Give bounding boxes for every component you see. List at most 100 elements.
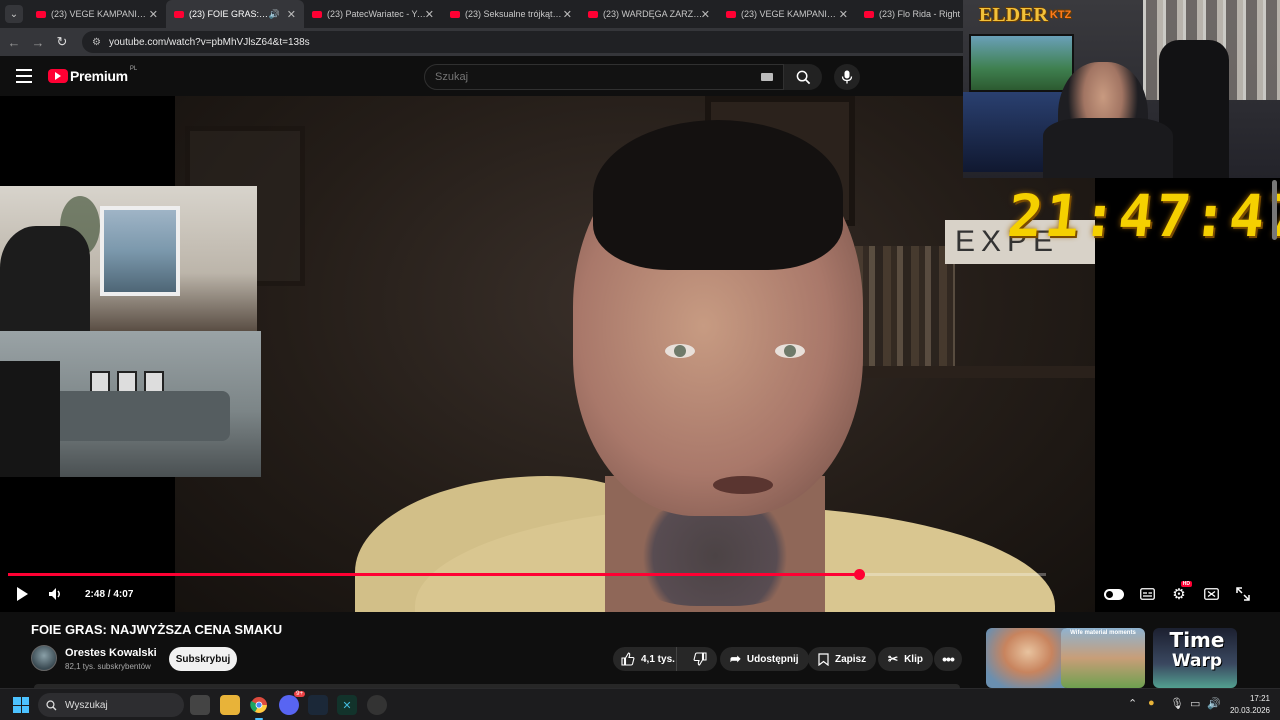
- system-clock[interactable]: 17:21 20.03.2026: [1226, 693, 1270, 717]
- autoplay-toggle[interactable]: [1104, 584, 1124, 604]
- steam-icon[interactable]: [308, 695, 328, 715]
- audio-playing-icon[interactable]: 🔊: [269, 9, 280, 20]
- youtube-favicon-icon: [588, 10, 598, 18]
- pip-living-room-camera: [0, 331, 261, 477]
- tab-label: (23) WARDĘGA ZARZUCA: [603, 9, 703, 19]
- time-total: 4:07: [113, 589, 134, 600]
- chrome-icon[interactable]: [249, 695, 269, 720]
- browser-tab[interactable]: (23) PatecWariatec - YouT ✕: [304, 0, 442, 28]
- fullscreen-icon: [1236, 587, 1250, 601]
- forward-arrow-icon[interactable]: →: [26, 35, 50, 50]
- youtube-favicon-icon: [312, 10, 322, 18]
- keyboard-icon[interactable]: [761, 73, 773, 81]
- streamer-logo-suffix: KTZ: [1049, 9, 1072, 21]
- hamburger-menu-icon[interactable]: [16, 69, 32, 87]
- browser-tab[interactable]: (23) WARDĘGA ZARZUCA ✕: [580, 0, 718, 28]
- tray-app-icon[interactable]: ●: [1148, 697, 1155, 709]
- browser-tab[interactable]: (23) Seksualne trójkąty i k ✕: [442, 0, 580, 28]
- like-dislike-group: 4,1 tys.: [613, 647, 717, 671]
- task-view-icon[interactable]: [190, 695, 210, 715]
- taskbar-search-placeholder: Wyszukaj: [65, 699, 108, 711]
- youtube-favicon-icon: [36, 10, 46, 18]
- microphone-icon: [841, 70, 853, 84]
- search-icon: [46, 699, 57, 710]
- video-frame: EXPE: [175, 96, 1095, 612]
- miniplayer-button[interactable]: [1201, 584, 1221, 604]
- stream-clock: 21:47:47: [1004, 182, 1280, 250]
- logo-text: Premium: [70, 68, 128, 84]
- channel-avatar[interactable]: [31, 645, 57, 671]
- tab-label: (23) VEGE KAMPANIA CIŚ: [741, 9, 841, 19]
- play-icon: [16, 587, 28, 601]
- dislike-button[interactable]: [683, 652, 717, 666]
- streamer-body: [1043, 118, 1173, 178]
- subscribe-button[interactable]: Subskrybuj: [169, 647, 237, 671]
- clip-button[interactable]: ✂ Klip: [878, 647, 933, 671]
- browser-tab[interactable]: (23) VEGE KAMPANIA CIŚ ✕: [28, 0, 166, 28]
- more-actions-button[interactable]: •••: [934, 647, 962, 671]
- channel-name[interactable]: Orestes Kowalski: [65, 647, 157, 659]
- discord-icon[interactable]: 9+: [279, 691, 305, 715]
- save-label: Zapisz: [835, 653, 867, 665]
- system-time: 17:21: [1249, 694, 1270, 703]
- voice-search-button[interactable]: [834, 64, 860, 90]
- site-info-icon[interactable]: ⚙: [92, 37, 101, 48]
- save-button[interactable]: Zapisz: [808, 647, 877, 671]
- close-icon[interactable]: ✕: [149, 8, 158, 21]
- search-input[interactable]: [435, 71, 783, 83]
- recommended-thumbnail[interactable]: [986, 628, 1070, 688]
- youtube-favicon-icon: [174, 10, 184, 18]
- share-arrow-icon: ➦: [730, 651, 741, 666]
- show-hidden-icons-chevron-icon[interactable]: ⌃: [1128, 697, 1137, 710]
- progress-bar[interactable]: [8, 569, 1046, 580]
- subtitles-icon: [1139, 588, 1155, 600]
- network-icon[interactable]: ▭: [1190, 697, 1200, 710]
- file-explorer-icon[interactable]: [220, 695, 240, 715]
- close-icon[interactable]: ✕: [839, 8, 848, 21]
- close-icon[interactable]: ✕: [701, 8, 710, 21]
- thumbnail-text-line: Time: [1169, 628, 1225, 652]
- windows-start-icon[interactable]: [13, 697, 29, 713]
- youtube-premium-logo[interactable]: Premium PL: [48, 66, 138, 84]
- volume-icon: [48, 588, 60, 600]
- bookmark-icon: [818, 652, 829, 666]
- close-icon[interactable]: ✕: [425, 8, 434, 21]
- pip-room-camera: [0, 186, 257, 331]
- search-icon: [796, 70, 810, 84]
- settings-button[interactable]: ⚙ HD: [1169, 581, 1192, 604]
- speaker-icon[interactable]: 🔊: [1207, 697, 1221, 710]
- browser-tab[interactable]: (23) VEGE KAMPANIA CIŚ ✕: [718, 0, 856, 28]
- url-text: youtube.com/watch?v=pbMhVJlsZ64&t=138s: [108, 36, 310, 48]
- tab-search-button[interactable]: ⌄: [5, 5, 23, 23]
- share-button[interactable]: ➦ Udostępnij: [720, 647, 809, 671]
- back-arrow-icon[interactable]: ←: [2, 35, 26, 50]
- reload-icon[interactable]: ↻: [50, 34, 74, 50]
- volume-button[interactable]: [45, 584, 65, 604]
- obs-icon[interactable]: [367, 695, 387, 715]
- recommended-thumbnail[interactable]: Time Warp: [1153, 628, 1237, 688]
- recommended-thumbnail[interactable]: Wife material moments: [1061, 628, 1145, 688]
- microphone-tray-icon[interactable]: 🎙: [1170, 697, 1184, 710]
- streamer-logo-text: ELDER: [979, 3, 1048, 26]
- hd-badge: HD: [1180, 581, 1192, 587]
- time-display: 2:48 / 4:07: [85, 589, 133, 600]
- thumbnail-text: Time Warp: [1157, 630, 1237, 672]
- page-scrollbar[interactable]: [1272, 180, 1277, 240]
- close-icon[interactable]: ✕: [563, 8, 572, 21]
- browser-tab-active[interactable]: (23) FOIE GRAS: NAJW🔊 ✕: [166, 0, 304, 28]
- like-button[interactable]: 4,1 tys.: [613, 647, 678, 671]
- person-silhouette: [0, 361, 60, 477]
- close-icon[interactable]: ✕: [287, 8, 296, 21]
- search-box[interactable]: [424, 64, 784, 90]
- tab-label: (23) PatecWariatec - YouT: [327, 9, 427, 19]
- thumbs-down-icon: [693, 652, 707, 666]
- taskbar-search[interactable]: Wyszukaj: [38, 693, 184, 717]
- search-button[interactable]: [784, 64, 822, 90]
- progress-played: [8, 573, 860, 576]
- play-button[interactable]: [12, 584, 32, 604]
- xbox-app-icon[interactable]: ✕: [337, 695, 357, 715]
- country-code: PL: [129, 66, 138, 72]
- fullscreen-button[interactable]: [1233, 584, 1253, 604]
- tab-label: (23) FOIE GRAS: NAJW: [189, 9, 269, 19]
- subtitles-button[interactable]: [1137, 584, 1157, 604]
